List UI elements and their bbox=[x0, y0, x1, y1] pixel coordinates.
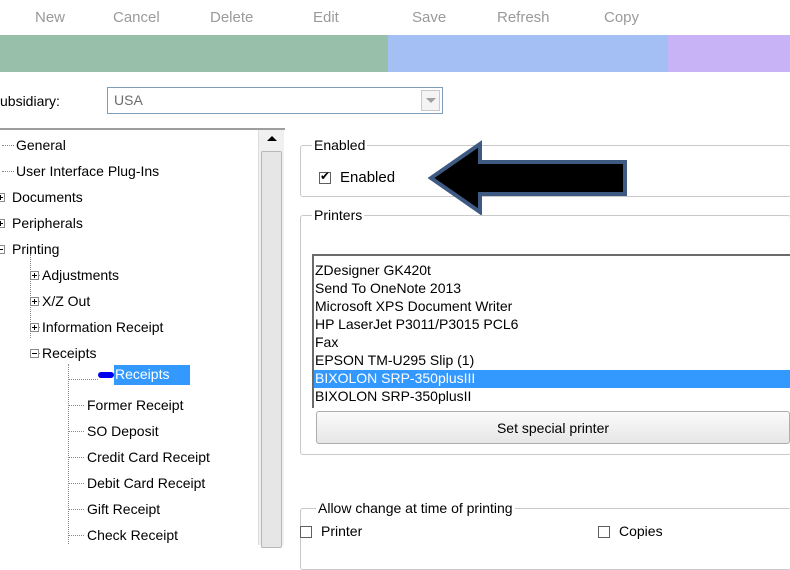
arrow-annotation bbox=[428, 140, 627, 216]
copies-checkbox-label: Copies bbox=[619, 523, 663, 539]
printer-item[interactable]: ZDesigner GK420t bbox=[314, 262, 790, 280]
toolbar: New Cancel Delete Edit Save Refresh Copy bbox=[0, 0, 790, 35]
set-special-printer-label: Set special printer bbox=[496, 420, 610, 436]
expand-toggle-icon[interactable] bbox=[30, 323, 39, 332]
printers-group-legend: Printers bbox=[312, 207, 365, 223]
tree-item-former-receipt[interactable]: Former Receipt bbox=[87, 397, 183, 413]
subsidiary-label: ubsidiary: bbox=[0, 93, 60, 109]
tree-item-gift-receipt[interactable]: Gift Receipt bbox=[87, 501, 160, 517]
tree-item-credit-card-receipt[interactable]: Credit Card Receipt bbox=[87, 449, 210, 465]
arrow-shape bbox=[428, 140, 627, 216]
printer-item[interactable]: BIXOLON SRP-350plusII bbox=[314, 388, 790, 406]
subsidiary-value: USA bbox=[114, 92, 143, 108]
color-band bbox=[0, 35, 790, 72]
expand-toggle-icon[interactable] bbox=[0, 193, 5, 202]
printer-list[interactable]: ZDesigner GK420t Send To OneNote 2013 Mi… bbox=[312, 254, 790, 408]
printer-checkbox[interactable] bbox=[300, 526, 312, 538]
tree-item-so-deposit[interactable]: SO Deposit bbox=[87, 423, 159, 439]
cancel-button[interactable]: Cancel bbox=[113, 9, 160, 26]
enabled-checkbox-label: Enabled bbox=[340, 169, 396, 186]
scroll-up-arrow-icon[interactable] bbox=[259, 130, 284, 148]
band-segment-green bbox=[0, 35, 388, 72]
tree-item-general[interactable]: General bbox=[16, 137, 66, 153]
printer-item[interactable]: HP LaserJet P3011/P3015 PCL6 bbox=[314, 316, 790, 334]
copies-checkbox[interactable] bbox=[598, 526, 610, 538]
printer-item[interactable]: Fax bbox=[314, 334, 790, 352]
tree-item-information-receipt[interactable]: Information Receipt bbox=[42, 319, 163, 335]
tree-item-receipts-selected[interactable]: Receipts bbox=[114, 365, 190, 385]
collapse-toggle-icon[interactable] bbox=[0, 245, 5, 254]
expand-toggle-icon[interactable] bbox=[30, 271, 39, 280]
allow-change-group-legend: Allow change at time of printing bbox=[316, 500, 515, 516]
band-segment-blue bbox=[388, 35, 668, 72]
expand-toggle-icon[interactable] bbox=[30, 297, 39, 306]
tree-item-receipts-folder[interactable]: Receipts bbox=[42, 345, 96, 361]
subsidiary-select[interactable]: USA bbox=[107, 87, 443, 114]
collapse-toggle-icon[interactable] bbox=[30, 349, 39, 358]
band-segment-purple bbox=[668, 35, 790, 72]
tree-scrollbar[interactable] bbox=[258, 130, 284, 548]
tree-item-check-receipt[interactable]: Check Receipt bbox=[87, 527, 178, 543]
settings-panel: Enabled Enabled Printers ZDesigner GK420… bbox=[286, 128, 790, 570]
printer-item-selected[interactable]: BIXOLON SRP-350plusIII bbox=[314, 370, 790, 388]
printer-item[interactable]: Microsoft XPS Document Writer bbox=[314, 298, 790, 316]
tree-item-label: Receipts bbox=[115, 366, 170, 382]
tree-item-user-interface-plug-ins[interactable]: User Interface Plug-Ins bbox=[16, 163, 159, 179]
tree-item-debit-card-receipt[interactable]: Debit Card Receipt bbox=[87, 475, 205, 491]
subsidiary-row: ubsidiary: USA bbox=[0, 72, 790, 128]
expand-toggle-icon[interactable] bbox=[0, 219, 5, 228]
chevron-down-icon[interactable] bbox=[421, 90, 440, 111]
printer-checkbox-label: Printer bbox=[321, 523, 363, 539]
save-button[interactable]: Save bbox=[412, 9, 446, 26]
edit-button[interactable]: Edit bbox=[313, 9, 339, 26]
annotation-marker bbox=[98, 372, 114, 378]
enabled-checkbox[interactable] bbox=[319, 169, 331, 184]
printer-item[interactable]: EPSON TM-U295 Slip (1) bbox=[314, 352, 790, 370]
printer-item[interactable]: Send To OneNote 2013 bbox=[314, 280, 790, 298]
refresh-button[interactable]: Refresh bbox=[497, 9, 550, 26]
tree-item-documents[interactable]: Documents bbox=[12, 189, 83, 205]
delete-button[interactable]: Delete bbox=[210, 9, 253, 26]
copy-button[interactable]: Copy bbox=[604, 9, 639, 26]
allow-change-group bbox=[300, 508, 790, 570]
new-button[interactable]: New bbox=[35, 9, 65, 26]
set-special-printer-button[interactable]: Set special printer bbox=[316, 411, 790, 444]
enabled-group-legend: Enabled bbox=[312, 137, 368, 153]
tree-item-peripherals[interactable]: Peripherals bbox=[12, 215, 83, 231]
tree-item-xz-out[interactable]: X/Z Out bbox=[42, 293, 90, 309]
tree-item-printing[interactable]: Printing bbox=[12, 241, 59, 257]
tree-item-adjustments[interactable]: Adjustments bbox=[42, 267, 119, 283]
settings-tree: General User Interface Plug-Ins Document… bbox=[0, 128, 285, 545]
scroll-thumb[interactable] bbox=[261, 151, 282, 548]
